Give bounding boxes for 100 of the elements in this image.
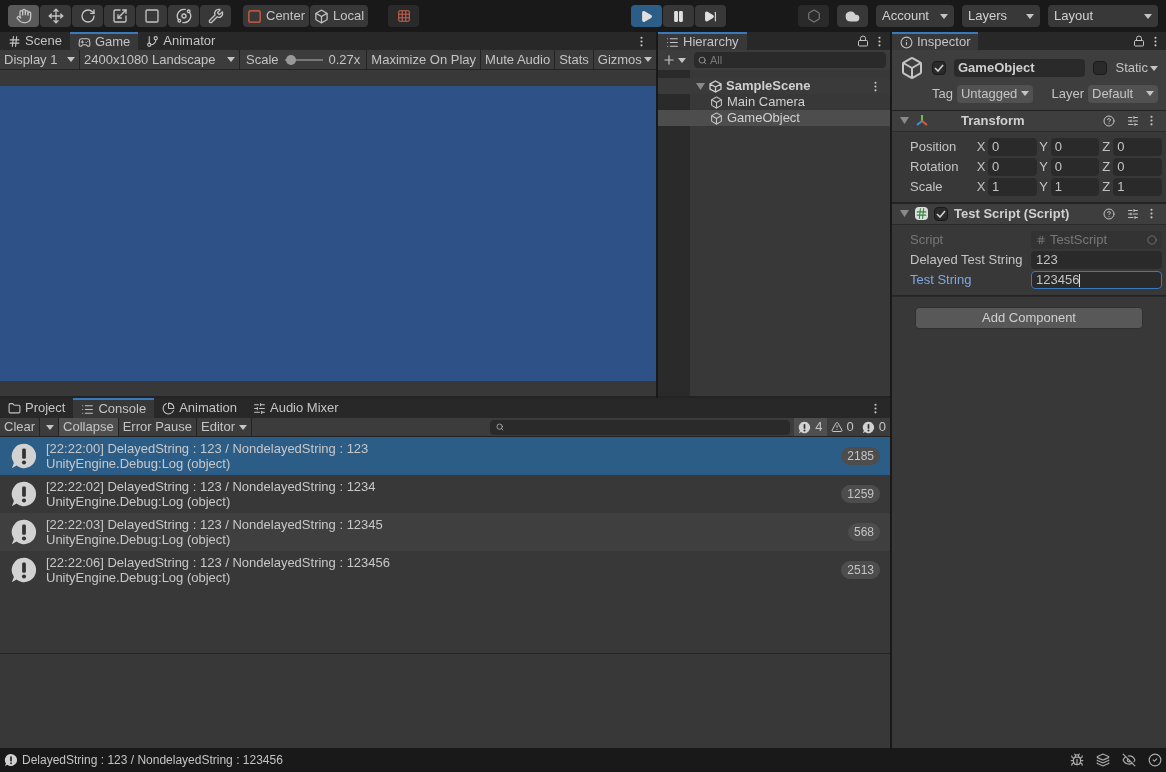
log-message: [22:22:00] DelayedString : 123 / NondelayedString : 123 [46,441,370,456]
name-field[interactable]: GameObject [954,59,1086,77]
slider-thumb[interactable] [285,54,296,65]
panel-tab[interactable]: Project [0,398,74,418]
axis-label: X [975,157,987,176]
hierarchy-item[interactable]: GameObject [658,110,890,126]
panel-tab[interactable]: Animator [138,32,224,50]
message-icon [10,442,38,470]
cube-icon [710,111,723,125]
number-field[interactable]: 0 [988,137,1037,156]
play-icon [640,9,654,23]
presets-icon[interactable] [1127,114,1139,127]
expanded-arrow-icon[interactable] [900,116,909,125]
help-icon[interactable] [1103,207,1115,220]
snap-button[interactable] [388,5,420,27]
plus-icon [662,53,676,67]
field-label: Script [910,230,945,249]
search-field[interactable]: All [694,52,886,68]
tool-button[interactable] [168,5,199,27]
caret-icon [1026,13,1034,19]
tool-button[interactable] [136,5,167,27]
add-component-button[interactable]: Add Component [915,306,1143,329]
pivot-button[interactable]: Center [243,5,310,27]
cube-icon [710,95,723,109]
menu-dropdown[interactable]: Layout [1048,5,1158,27]
number-field[interactable]: 0 [1050,157,1100,176]
checkbox[interactable] [1093,61,1108,75]
playback-button[interactable] [631,5,663,27]
console-toolbar-button[interactable]: Editor [197,418,252,436]
panel-tab[interactable]: Game [69,32,139,50]
pivot-button[interactable]: Local [310,5,369,27]
log-entry[interactable]: [22:22:00] DelayedString : 123 / NondelayedString : 123 UnityEngine.Debug:Log (object) 2185 [0,437,890,475]
axis-label: X [975,177,987,196]
check-icon [934,64,944,72]
resolution-dropdown[interactable]: 2400x1080 Landscape [80,50,240,69]
eye-off-icon[interactable] [1122,753,1136,767]
expanded-arrow-icon[interactable] [696,81,705,91]
count-toggle[interactable]: 0 [857,418,890,436]
presets-icon[interactable] [1127,207,1139,220]
console-toolbar-button[interactable]: Error Pause [118,418,198,436]
number-field[interactable]: 0 [1113,157,1162,176]
text-field[interactable]: 123 [1031,250,1162,269]
folder-icon [8,401,21,415]
tool-button[interactable] [200,5,231,27]
caret-icon [1150,65,1158,71]
checkbox[interactable] [934,206,948,221]
playback-button[interactable] [663,5,695,27]
number-field[interactable]: 1 [1050,177,1100,196]
panel-tab[interactable]: Scene [0,32,70,50]
console-search-field[interactable] [490,419,791,435]
lock-icon[interactable] [1133,35,1145,47]
tool-button[interactable] [72,5,103,27]
toggle-button[interactable]: Maximize On Play [367,50,482,69]
scale-slider[interactable] [284,54,323,65]
layers-icon[interactable] [1096,753,1110,767]
console-toolbar-button[interactable]: Collapse [59,418,119,436]
log-entry[interactable]: [22:22:03] DelayedString : 123 / NondelayedString : 12345 UnityEngine.Debug:Log (object) 568 [0,513,890,551]
panel-tab[interactable]: Inspector [892,32,979,50]
number-field[interactable]: 1 [988,177,1037,196]
toggle-button[interactable]: Stats [555,50,594,69]
hierarchy-item[interactable]: Main Camera [658,94,890,110]
checkbox[interactable] [932,61,946,75]
tag-dropdown[interactable]: Untagged [956,84,1033,103]
panel-tab[interactable]: Animation [154,398,245,418]
bug-icon[interactable] [1070,753,1084,767]
number-field[interactable]: 0 [1113,137,1162,156]
tool-button[interactable] [104,5,135,27]
create-button[interactable] [662,53,686,67]
number-field[interactable]: 0 [988,157,1037,176]
tool-button[interactable] [8,5,39,27]
display-dropdown[interactable]: Display 1 [0,50,80,69]
count-toggle[interactable]: 4 [794,418,827,436]
number-field[interactable]: 1 [1113,177,1162,196]
tool-button[interactable] [40,5,71,27]
info-icon [798,420,812,434]
playback-button[interactable] [695,5,727,27]
panel-tab[interactable]: Audio Mixer [245,398,347,418]
scale-icon [111,8,128,24]
collaborate-button[interactable] [798,5,829,27]
cloud-button[interactable] [837,5,868,27]
text-field[interactable]: 123456 [1031,270,1162,289]
help-icon[interactable] [1103,114,1115,127]
lock-icon[interactable] [857,35,869,47]
layer-dropdown[interactable]: Default [1088,84,1158,103]
gizmos-dropdown[interactable]: Gizmos [593,50,656,69]
toggle-button[interactable]: Mute Audio [481,50,556,69]
panel-tab[interactable]: Hierarchy [658,32,747,50]
menu-dropdown[interactable]: Layers [962,5,1040,27]
panel-tab[interactable]: Console [73,398,155,418]
expanded-arrow-icon[interactable] [900,209,909,218]
component-title: Transform [961,111,1026,130]
cube-icon [314,8,330,24]
count-toggle[interactable]: 0 [826,418,858,436]
menu-dropdown[interactable]: Account [876,5,954,27]
grid-snap-icon [396,9,411,23]
move-icon [47,8,64,24]
sliders-icon [253,401,266,415]
rotate-icon [79,8,96,24]
check-circle-icon[interactable] [1148,753,1162,767]
number-field[interactable]: 0 [1050,137,1100,156]
